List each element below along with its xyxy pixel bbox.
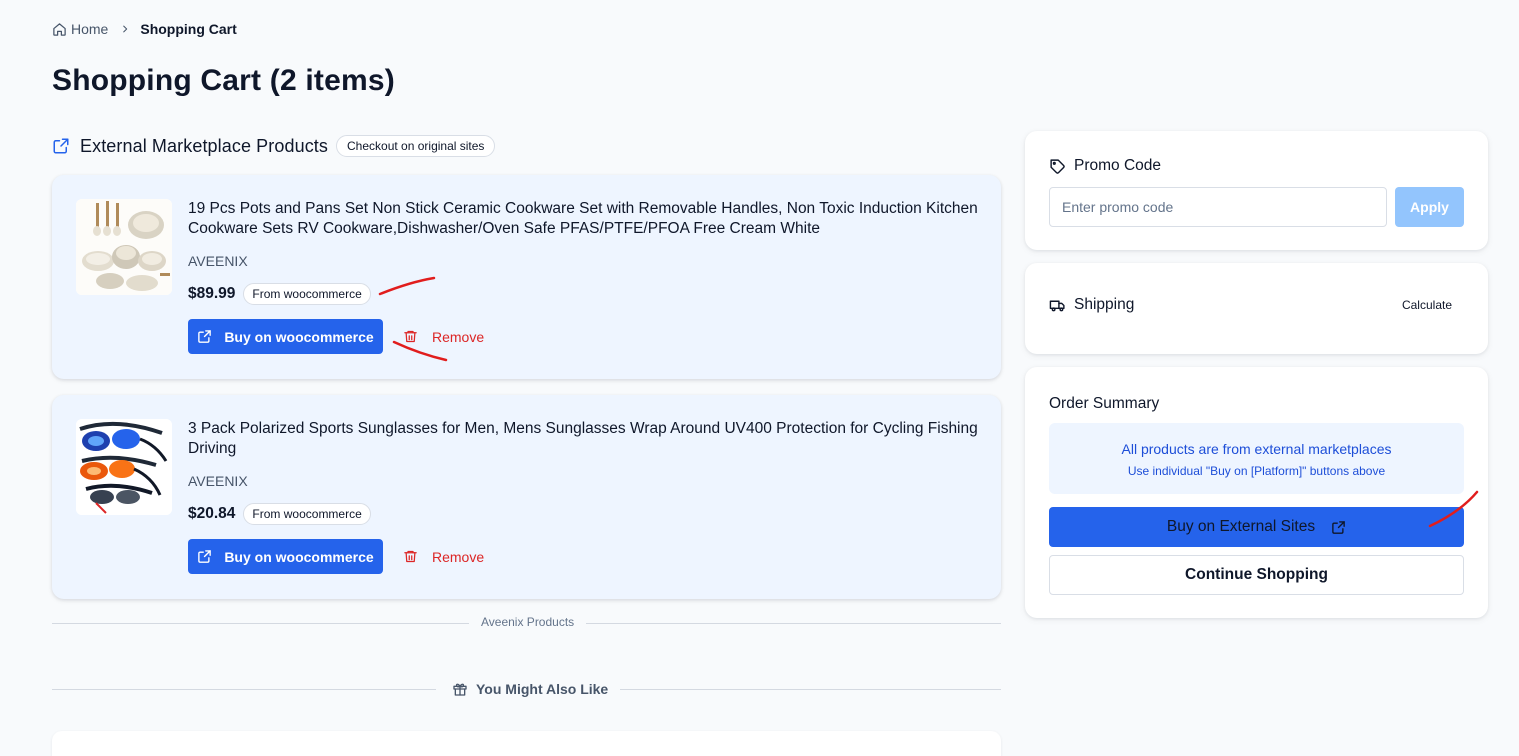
notice-subtitle: Use individual "Buy on [Platform]" butto… (1127, 464, 1386, 478)
breadcrumb-current: Shopping Cart (140, 21, 237, 37)
product-title[interactable]: 19 Pcs Pots and Pans Set Non Stick Ceram… (188, 199, 978, 239)
source-badge: From woocommerce (243, 503, 371, 525)
product-price: $89.99 (188, 285, 236, 302)
buy-button-label: Buy on woocommerce (224, 328, 374, 345)
product-actions: Buy on woocommerce Remove (188, 539, 484, 574)
breadcrumb-home-label: Home (71, 21, 109, 37)
product-brand: AVEENIX (188, 473, 248, 489)
page-title: Shopping Cart (2 items) (52, 64, 395, 97)
cart-item: 19 Pcs Pots and Pans Set Non Stick Ceram… (52, 175, 1001, 379)
shipping-panel: Shipping Calculate (1025, 263, 1488, 354)
remove-label: Remove (432, 328, 485, 345)
section-title: External Marketplace Products (80, 135, 329, 156)
external-link-icon (198, 330, 212, 343)
price-row: $20.84 From woocommerce (188, 503, 371, 525)
promo-code-input[interactable] (1049, 187, 1387, 227)
external-link-icon (53, 138, 69, 154)
product-image-cookware[interactable] (76, 199, 172, 295)
promo-code-title: Promo Code (1074, 157, 1162, 174)
external-link-icon (1332, 520, 1345, 534)
recommendations-heading: You Might Also Like (452, 681, 608, 697)
buy-on-external-sites-button[interactable]: Buy on External Sites (1049, 507, 1464, 547)
product-title[interactable]: 3 Pack Polarized Sports Sunglasses for M… (188, 419, 978, 459)
continue-shopping-button[interactable]: Continue Shopping (1049, 555, 1464, 595)
recommendations-label: You Might Also Like (476, 681, 609, 697)
source-badge: From woocommerce (243, 283, 371, 305)
external-link-icon (198, 550, 212, 563)
gift-icon (453, 683, 467, 696)
buy-on-woocommerce-button[interactable]: Buy on woocommerce (188, 319, 383, 354)
apply-button[interactable]: Apply (1395, 187, 1464, 227)
trash-icon (404, 550, 417, 563)
external-notice: All products are from external marketpla… (1049, 423, 1464, 494)
cart-item: 3 Pack Polarized Sports Sunglasses for M… (52, 395, 1001, 599)
buy-external-label: Buy on External Sites (1166, 518, 1316, 535)
recommendations-card (52, 731, 1001, 756)
product-actions: Buy on woocommerce Remove (188, 319, 484, 354)
checkout-badge: Checkout on original sites (336, 135, 496, 157)
promo-code-heading: Promo Code (1049, 157, 1161, 175)
product-image-sunglasses[interactable] (76, 419, 172, 515)
order-summary-title: Order Summary (1049, 395, 1160, 412)
product-price: $20.84 (188, 505, 236, 522)
home-icon (53, 22, 66, 36)
shipping-heading: Shipping (1049, 296, 1134, 314)
calculate-shipping-button[interactable]: Calculate (1402, 298, 1452, 312)
breadcrumb-home-link[interactable]: Home (52, 21, 108, 37)
price-row: $89.99 From woocommerce (188, 283, 371, 305)
chevron-right-icon (120, 24, 130, 34)
trash-icon (404, 330, 417, 343)
remove-button[interactable]: Remove (403, 549, 484, 565)
order-summary-panel: Order Summary All products are from exte… (1025, 367, 1488, 618)
remove-button[interactable]: Remove (403, 329, 484, 345)
promo-code-panel: Promo Code Apply (1025, 131, 1488, 250)
buy-button-label: Buy on woocommerce (224, 548, 374, 565)
product-brand: AVEENIX (188, 253, 248, 269)
shipping-title: Shipping (1074, 296, 1135, 313)
divider-label: Aveenix Products (469, 615, 587, 629)
external-products-header: External Marketplace Products Checkout o… (52, 134, 496, 158)
breadcrumb: Home Shopping Cart (52, 20, 237, 38)
buy-on-woocommerce-button[interactable]: Buy on woocommerce (188, 539, 383, 574)
remove-label: Remove (432, 548, 485, 565)
notice-title: All products are from external marketpla… (1121, 441, 1392, 457)
divider (52, 689, 436, 690)
divider (620, 689, 1001, 690)
tag-icon (1050, 158, 1065, 174)
truck-icon (1049, 300, 1065, 311)
